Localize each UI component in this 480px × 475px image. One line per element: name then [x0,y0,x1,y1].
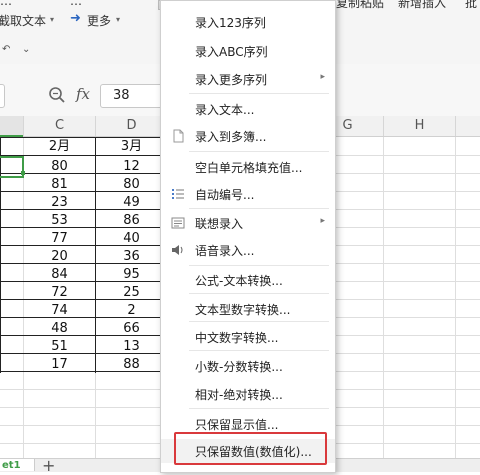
table-cell[interactable]: 13 [96,337,167,356]
table-cell[interactable]: 66 [96,319,167,338]
ribbon-item-insert[interactable]: 新增插入 [398,0,446,11]
table-cell[interactable]: 48 [24,319,95,338]
table-cell[interactable]: 84 [24,265,95,284]
cut-text-button[interactable]: 截取文本 [0,12,46,29]
arrow-right-icon: ➜ [70,11,81,26]
ribbon-item-2[interactable]: … [70,0,82,8]
table-cell[interactable]: 86 [96,211,167,230]
menu-item-text-number-convert[interactable]: 文本型数字转换... [161,297,335,321]
menu-item-relative-absolute-convert[interactable]: 相对-绝对转换... [161,382,335,406]
menu-item-more-sequences[interactable]: 录入更多序列 ▸ [161,67,335,91]
menu-item-enter-text[interactable]: 录入文本... [161,97,335,121]
cut-text-dropdown-icon[interactable]: ▾ [50,15,54,24]
fill-handle[interactable] [21,171,25,175]
menu-item-chinese-number-convert[interactable]: 中文数字转换... [161,325,335,349]
add-sheet-icon[interactable]: + [42,456,55,475]
customize-toolbar-icon[interactable]: ⌄ [22,44,30,55]
ribbon-item-1[interactable]: … [0,0,12,8]
grid-line-vertical [383,137,384,458]
table-cell[interactable]: 81 [24,175,95,194]
menu-item-auto-number[interactable]: 自动编号... [161,182,335,206]
menu-divider [189,265,329,266]
menu-divider [189,151,329,152]
table-cell[interactable]: 95 [96,265,167,284]
values-dropdown-menu: 录入123序列 录入ABC序列 录入更多序列 ▸ 录入文本... 录入到多簿...… [160,0,336,473]
table-cell[interactable]: 3月 [96,137,167,156]
menu-item-voice-entry[interactable]: 语音录入... [161,238,335,262]
table-cell[interactable]: 20 [24,247,95,266]
more-dropdown-icon[interactable]: ▾ [116,15,120,24]
table-cell[interactable]: 80 [96,175,167,194]
sheet-tab-active[interactable]: et1 [0,459,35,471]
menu-divider [189,93,329,94]
undo-arrow-icon[interactable]: ↶ [2,44,10,55]
column-header-c[interactable]: C [24,116,96,136]
table-cell[interactable]: 74 [24,301,95,320]
submenu-arrow-icon: ▸ [320,216,325,226]
table-cell[interactable]: 49 [96,193,167,212]
menu-item-formula-text-convert[interactable]: 公式-文本转换... [161,268,335,292]
table-cell[interactable]: 25 [96,283,167,302]
formula-input[interactable]: 38 [100,84,162,108]
grid-line-vertical [455,137,456,458]
list-number-icon [171,187,185,201]
menu-divider [189,321,329,322]
table-cell[interactable]: 77 [24,229,95,248]
column-header-h[interactable]: H [384,116,456,136]
list-box-icon [171,216,185,230]
name-box[interactable] [0,84,5,108]
highlight-box [174,432,327,465]
table-cell[interactable]: 23 [24,193,95,212]
table-cell[interactable]: 88 [96,355,167,374]
ribbon-item-copy[interactable]: 复制粘贴 [336,0,384,11]
menu-item-associative-entry[interactable]: 联想录入 ▸ [161,211,335,235]
menu-item-sequence-123[interactable]: 录入123序列 [161,10,335,34]
zoom-search-icon[interactable] [48,86,66,107]
table-cell[interactable]: 40 [96,229,167,248]
menu-divider [189,293,329,294]
menu-item-fill-blank-cells[interactable]: 空白单元格填充值... [161,155,335,179]
table-cell[interactable]: 53 [24,211,95,230]
menu-item-decimal-fraction-convert[interactable]: 小数-分数转换... [161,354,335,378]
submenu-arrow-icon: ▸ [320,72,325,82]
ribbon-item-batch[interactable]: 批 [465,0,477,11]
table-cell[interactable]: 80 [24,157,95,176]
column-header-d[interactable]: D [96,116,168,136]
menu-item-sequence-abc[interactable]: 录入ABC序列 [161,39,335,63]
table-cell[interactable]: 2 [96,301,167,320]
more-button[interactable]: 更多 [87,12,111,29]
table-cell[interactable]: 17 [24,355,95,374]
document-icon [171,129,185,143]
fx-icon[interactable]: fx [76,85,90,103]
menu-divider [189,208,329,209]
speaker-icon [171,243,185,257]
menu-divider [189,408,329,409]
table-cell[interactable]: 12 [96,157,167,176]
table-cell[interactable]: 51 [24,337,95,356]
menu-item-enter-multiple-books[interactable]: 录入到多簿... [161,124,335,148]
formula-value: 38 [113,88,130,103]
table-cell[interactable]: 2月 [24,137,95,156]
table-cell[interactable]: 36 [96,247,167,266]
menu-divider [189,350,329,351]
table-cell[interactable]: 72 [24,283,95,302]
